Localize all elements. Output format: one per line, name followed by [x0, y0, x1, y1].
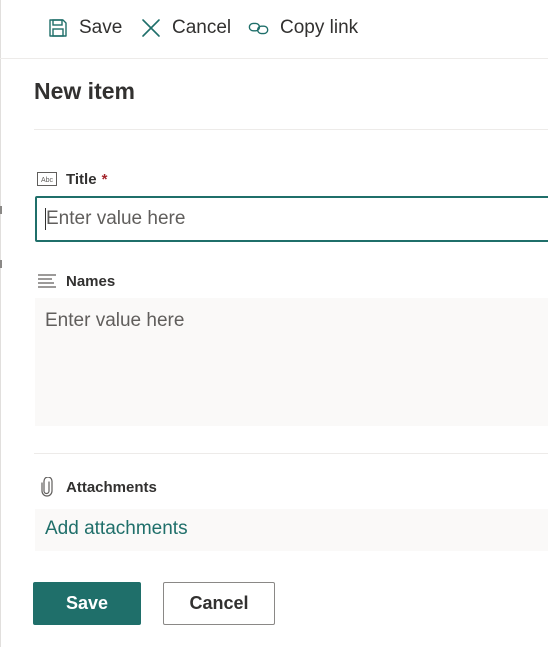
title-label-text: Title: [66, 170, 97, 188]
close-icon: [140, 17, 162, 39]
command-bar: Save Cancel Copy link: [0, 0, 548, 59]
text-field-icon: Abc: [36, 171, 58, 187]
copy-link-command-label: Copy link: [280, 17, 359, 38]
attachments-divider: [34, 453, 548, 454]
heading-divider: [34, 129, 548, 130]
title-input[interactable]: [35, 196, 548, 242]
cancel-command-label: Cancel: [172, 17, 232, 38]
text-cursor: [45, 208, 46, 230]
save-button[interactable]: Save: [33, 582, 141, 625]
left-edge-marker: [0, 206, 2, 214]
add-attachments-link[interactable]: Add attachments: [45, 518, 188, 540]
attachments-field-label: Attachments: [36, 477, 157, 497]
title-field-label: Abc Title *: [36, 169, 107, 189]
names-field-label: Names: [36, 271, 115, 291]
cancel-command[interactable]: Cancel: [140, 14, 231, 42]
names-textarea[interactable]: [35, 298, 548, 426]
paperclip-icon: [36, 477, 58, 497]
cancel-button[interactable]: Cancel: [163, 582, 275, 625]
names-label-text: Names: [66, 272, 116, 290]
save-command-label: Save: [79, 17, 123, 38]
save-icon: [47, 17, 69, 39]
svg-text:Abc: Abc: [41, 177, 54, 184]
new-item-panel: Save Cancel Copy link New item Abc Title…: [0, 0, 548, 647]
link-icon: [248, 17, 270, 39]
attachments-label-text: Attachments: [66, 478, 157, 496]
required-indicator: *: [101, 170, 108, 188]
page-title: New item: [34, 78, 135, 104]
panel-left-border: [0, 0, 1, 647]
multiline-text-icon: [36, 273, 58, 289]
left-edge-marker: [0, 260, 2, 268]
copy-link-command[interactable]: Copy link: [248, 14, 358, 42]
save-command[interactable]: Save: [47, 14, 122, 42]
